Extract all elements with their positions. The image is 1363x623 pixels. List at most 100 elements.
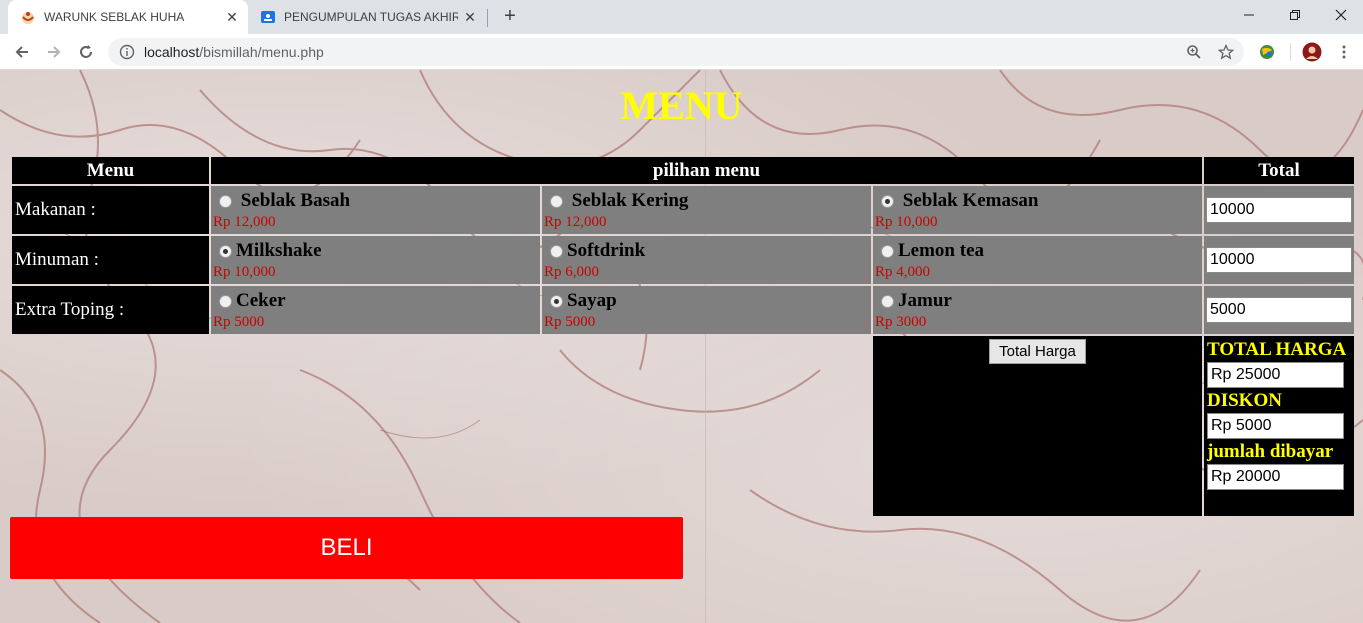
minimize-icon: [1244, 14, 1254, 16]
option-name: Lemon tea: [898, 240, 985, 261]
forward-button[interactable]: [42, 40, 66, 64]
restore-icon: [1290, 10, 1300, 20]
url-host: localhost: [144, 44, 200, 60]
summary-row: Total Harga TOTAL HARGA Rp 25000 DISKON …: [12, 336, 1354, 516]
seblak-favicon-icon: [20, 9, 36, 25]
option-seblak-basah[interactable]: Seblak Basah Rp 12,000: [211, 186, 540, 234]
new-tab-button[interactable]: +: [498, 5, 522, 29]
tab-strip: WARUNK SEBLAK HUHA ✕ PENGUMPULAN TUGAS A…: [0, 0, 1363, 34]
option-price: Rp 4,000: [875, 264, 931, 280]
option-name: Seblak Basah: [240, 190, 351, 211]
total-makanan-field[interactable]: 10000: [1206, 197, 1352, 223]
beli-button[interactable]: BELI: [10, 517, 683, 579]
back-icon: [15, 46, 28, 58]
star-icon: [1218, 44, 1234, 60]
option-seblak-kemasan[interactable]: Seblak Kemasan Rp 10,000: [873, 186, 1202, 234]
total-minuman-field[interactable]: 10000: [1206, 247, 1352, 273]
radio-button[interactable]: [881, 294, 894, 308]
option-sayap[interactable]: Sayap Rp 5000: [542, 286, 871, 334]
tab-pengumpulan-tugas[interactable]: PENGUMPULAN TUGAS AKHIR W ✕: [250, 0, 486, 34]
tab-separator: [487, 9, 488, 27]
jumlah-dibayar-label: jumlah dibayar: [1207, 441, 1334, 462]
row-label: Makanan :: [12, 186, 209, 234]
profile-avatar[interactable]: [1301, 41, 1323, 63]
minimize-button[interactable]: [1226, 0, 1272, 30]
table-row-makanan: Makanan : Seblak Basah Rp 12,000 Seblak …: [12, 186, 1354, 234]
zoom-button[interactable]: [1183, 41, 1205, 63]
avatar-icon: [1302, 42, 1322, 62]
option-seblak-kering[interactable]: Seblak Kering Rp 12,000: [542, 186, 871, 234]
extension-icon: [1260, 45, 1274, 59]
close-tab-icon[interactable]: ✕: [220, 9, 244, 26]
classroom-favicon-icon: [260, 9, 276, 25]
total-cell: 5000: [1204, 286, 1354, 334]
reload-button[interactable]: [74, 40, 98, 64]
restore-button[interactable]: [1272, 0, 1318, 30]
option-price: Rp 12,000: [544, 214, 607, 230]
zoom-icon: [1187, 45, 1201, 59]
tab-warunk-seblak[interactable]: WARUNK SEBLAK HUHA ✕: [8, 0, 248, 34]
radio-button[interactable]: [550, 244, 563, 258]
tab-title: WARUNK SEBLAK HUHA: [44, 10, 185, 24]
back-button[interactable]: [10, 40, 34, 64]
option-price: Rp 5000: [544, 314, 596, 330]
option-name: Seblak Kemasan: [902, 190, 1039, 211]
table-row-extra-toping: Extra Toping : Ceker Rp 5000 Sayap Rp 50…: [12, 286, 1354, 334]
table-row-minuman: Minuman : Milkshake Rp 10,000 Softdrink …: [12, 236, 1354, 284]
page-content: MENU Menu pilihan menu Total Makanan : S…: [0, 70, 1363, 623]
menu-button[interactable]: [1333, 41, 1355, 63]
option-price: Rp 10,000: [213, 264, 276, 280]
total-toping-field[interactable]: 5000: [1206, 297, 1352, 323]
total-cell: 10000: [1204, 236, 1354, 284]
extension-button[interactable]: [1256, 41, 1278, 63]
option-name: Ceker: [236, 290, 286, 311]
option-lemon-tea[interactable]: Lemon tea Rp 4,000: [873, 236, 1202, 284]
radio-button[interactable]: [219, 194, 232, 208]
tab-title: PENGUMPULAN TUGAS AKHIR W: [284, 10, 458, 24]
option-price: Rp 12,000: [213, 214, 276, 230]
close-tab-icon[interactable]: ✕: [458, 9, 482, 26]
radio-button-checked[interactable]: [219, 244, 232, 258]
option-price: Rp 5000: [213, 314, 265, 330]
header-menu: Menu: [12, 157, 209, 184]
radio-button[interactable]: [881, 244, 894, 258]
close-window-button[interactable]: [1318, 0, 1363, 30]
menu-table: Menu pilihan menu Total Makanan : Seblak…: [10, 155, 1356, 518]
header-choice: pilihan menu: [211, 157, 1202, 184]
option-softdrink[interactable]: Softdrink Rp 6,000: [542, 236, 871, 284]
url-path: /bismillah/menu.php: [199, 44, 324, 60]
option-name: Jamur: [898, 290, 952, 311]
diskon-field[interactable]: Rp 5000: [1207, 413, 1344, 439]
info-icon[interactable]: [119, 44, 135, 60]
close-icon: [1335, 9, 1347, 21]
total-harga-field[interactable]: Rp 25000: [1207, 362, 1344, 388]
option-price: Rp 10,000: [875, 214, 938, 230]
row-label: Extra Toping :: [12, 286, 209, 334]
calc-area: Total Harga: [873, 336, 1202, 516]
total-harga-label: TOTAL HARGA: [1207, 339, 1347, 360]
option-milkshake[interactable]: Milkshake Rp 10,000: [211, 236, 540, 284]
radio-button-checked[interactable]: [550, 294, 563, 308]
radio-button[interactable]: [219, 294, 232, 308]
toolbar-divider: [1290, 43, 1291, 61]
option-jamur[interactable]: Jamur Rp 3000: [873, 286, 1202, 334]
reload-icon: [80, 45, 92, 58]
row-label: Minuman :: [12, 236, 209, 284]
option-price: Rp 3000: [875, 314, 927, 330]
option-name: Sayap: [567, 290, 617, 311]
header-total: Total: [1204, 157, 1354, 184]
option-name: Milkshake: [236, 240, 322, 261]
bookmark-button[interactable]: [1215, 41, 1237, 63]
option-ceker[interactable]: Ceker Rp 5000: [211, 286, 540, 334]
diskon-label: DISKON: [1207, 390, 1282, 411]
address-bar[interactable]: localhost/bismillah/menu.php: [108, 38, 1244, 66]
empty-cell: [12, 336, 871, 516]
radio-button-checked[interactable]: [881, 194, 894, 208]
radio-button[interactable]: [550, 194, 563, 208]
option-price: Rp 6,000: [544, 264, 600, 280]
jumlah-dibayar-field[interactable]: Rp 20000: [1207, 464, 1344, 490]
page-title: MENU: [620, 83, 743, 128]
total-harga-button[interactable]: Total Harga: [989, 339, 1086, 364]
forward-icon: [48, 46, 61, 58]
more-icon: [1342, 45, 1346, 59]
